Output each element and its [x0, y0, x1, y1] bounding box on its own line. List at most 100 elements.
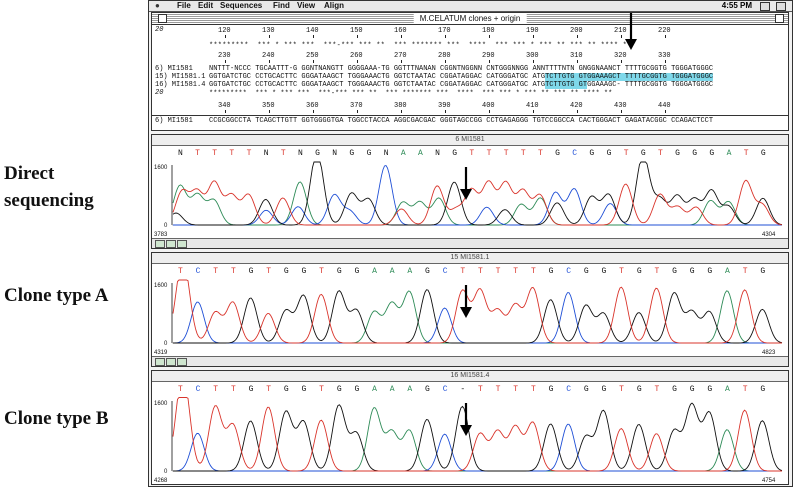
base-call: T — [247, 149, 252, 158]
zoom-out-icon[interactable] — [166, 358, 176, 366]
y-axis-min-label: 0 — [164, 341, 168, 347]
seq-name-2: 15) MI1581.1 — [155, 73, 206, 81]
base-call: G — [584, 267, 589, 276]
ruler-tick — [533, 35, 534, 38]
y-axis-max-label: 1600 — [154, 283, 168, 289]
base-call: T — [212, 149, 217, 158]
menu-find[interactable]: Find — [273, 1, 290, 11]
chromatogram-plot: 1600 0 4268 4754 T C T T G T G G T G G A A A G C - T T T T G C G G T G… — [154, 385, 783, 484]
clone-type-a-label: Clone type A — [4, 285, 109, 306]
ruler-tick — [445, 60, 446, 63]
ruler-label: 240 — [262, 52, 275, 60]
row-label-mid: 20 — [155, 89, 164, 97]
base-call: G — [425, 267, 430, 276]
zoom-out-icon[interactable] — [166, 240, 176, 248]
ruler-label: 180 — [482, 27, 495, 35]
base-call: N — [435, 149, 440, 158]
help-icon[interactable] — [760, 2, 770, 11]
ruler-tick — [401, 60, 402, 63]
base-call: A — [725, 385, 730, 394]
base-call: A — [727, 149, 732, 158]
ruler-label: 130 — [262, 27, 275, 35]
trace-end-position: 4823 — [762, 350, 776, 356]
base-call: T — [513, 267, 518, 276]
base-call: T — [496, 385, 501, 394]
trace-end-position: 4304 — [762, 232, 776, 238]
menu-file[interactable]: File — [177, 1, 191, 11]
trace-g-curve — [172, 161, 783, 226]
ruler-tick — [313, 60, 314, 63]
base-call: A — [390, 385, 395, 394]
ruler-tick — [621, 110, 622, 113]
trace-c-curve — [173, 164, 782, 226]
base-call: N — [384, 149, 389, 158]
base-call: T — [195, 149, 200, 158]
base-call: T — [654, 267, 659, 276]
ruler-label: 160 — [394, 27, 407, 35]
base-call: T — [281, 149, 286, 158]
ruler-tick — [357, 110, 358, 113]
base-call: T — [531, 267, 536, 276]
base-call: T — [504, 149, 509, 158]
base-call: G — [692, 149, 697, 158]
ruler-tick — [577, 110, 578, 113]
menu-view[interactable]: View — [297, 1, 315, 11]
ruler-label: 230 — [218, 52, 231, 60]
zoom-in-icon[interactable] — [155, 240, 165, 248]
base-call: G — [760, 385, 765, 394]
base-call: G — [690, 267, 695, 276]
application-icon[interactable] — [776, 2, 786, 11]
base-call: T — [624, 149, 629, 158]
ruler-label: 430 — [614, 102, 627, 110]
zoom-in-icon[interactable] — [155, 358, 165, 366]
apple-menu-icon[interactable]: ● — [155, 1, 160, 11]
close-box-icon[interactable] — [158, 14, 167, 23]
base-call: G — [607, 149, 612, 158]
zoom-box-icon[interactable] — [775, 14, 784, 23]
base-call: T — [178, 267, 183, 276]
ruler-tick — [445, 35, 446, 38]
base-call: G — [690, 385, 695, 394]
trace-c-curve — [172, 423, 782, 472]
menu-edit[interactable]: Edit — [198, 1, 213, 11]
trace-toolbar — [152, 238, 788, 248]
menu-sequences[interactable]: Sequences — [220, 1, 262, 11]
chromatogram-direct: 6 MI1581 1600 0 3783 4304 N T T T T N T N G N G G N A A N G T… — [151, 134, 789, 249]
seq-row-2: GGTGATCTGC CCTGCACTTC GGGATAAGCT TGGGAAA… — [209, 73, 714, 81]
base-call: G — [602, 385, 607, 394]
alignment-window: M.CELATUM clones + origin 20 120 130 140 15… — [151, 12, 789, 131]
ruler-tick — [577, 60, 578, 63]
seq-name-bottom: 6) MI1581 — [155, 117, 193, 125]
ruler-label: 310 — [570, 52, 583, 60]
alignment-title-bar[interactable]: M.CELATUM clones + origin — [152, 13, 788, 25]
base-call: G — [549, 385, 554, 394]
base-call: A — [725, 267, 730, 276]
base-call: G — [637, 385, 642, 394]
base-call: G — [337, 267, 342, 276]
ruler-label: 390 — [438, 102, 451, 110]
scale-icon[interactable] — [177, 358, 187, 366]
alignment-window-title: M.CELATUM clones + origin — [413, 13, 527, 24]
base-call: A — [372, 385, 377, 394]
ruler-tick — [533, 60, 534, 63]
base-call: G — [672, 267, 677, 276]
trace-t-curve — [172, 279, 782, 344]
base-call: T — [469, 149, 474, 158]
menu-align[interactable]: Align — [324, 1, 344, 11]
alignment-arrow-icon — [625, 13, 637, 50]
seq-name-1: 6) MI1581 — [155, 65, 193, 73]
base-call: G — [675, 149, 680, 158]
base-call: T — [478, 385, 483, 394]
base-call: A — [407, 267, 412, 276]
base-call: N — [264, 149, 269, 158]
trace-end-position: 4754 — [762, 478, 776, 484]
scale-icon[interactable] — [177, 240, 187, 248]
base-call: T — [213, 267, 218, 276]
ruler-tick — [665, 110, 666, 113]
ruler-label: 220 — [658, 27, 671, 35]
ruler-tick — [489, 60, 490, 63]
base-call: C — [443, 385, 448, 394]
ruler-label: 320 — [614, 52, 627, 60]
base-call: T — [478, 267, 483, 276]
ruler-tick — [269, 110, 270, 113]
